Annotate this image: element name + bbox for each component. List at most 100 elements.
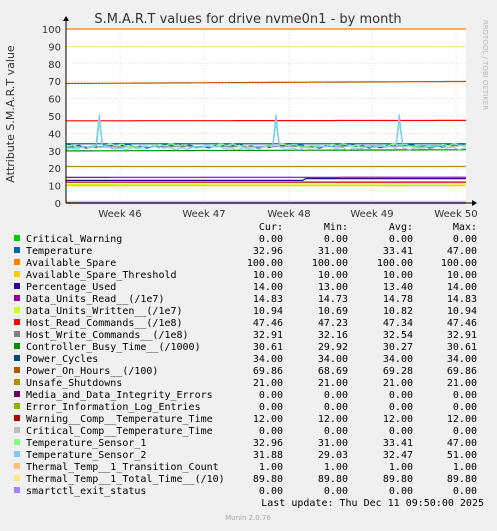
legend-series-name: Temperature_Sensor_1 [26,438,146,449]
legend-swatch [14,403,20,409]
legend-value-max: 14.83 [447,294,477,305]
legend-value-min: 10.69 [318,306,348,317]
legend-swatch [14,307,20,313]
legend-value-max: 0.00 [453,402,477,413]
legend-value-max: 32.91 [447,330,477,341]
legend-swatch [14,451,20,457]
legend-value-max: 10.94 [447,306,477,317]
legend-swatch [14,379,20,385]
legend-swatch [14,295,20,301]
legend-value-min: 0.00 [324,426,348,437]
legend-value-avg: 30.27 [383,342,413,353]
legend-value-max: 14.00 [447,282,477,293]
legend-value-avg: 12.00 [383,414,413,425]
y-tick-label: 70 [48,77,61,88]
legend-column-header: Min: [324,222,348,233]
legend-value-cur: 32.96 [253,438,283,449]
legend-series-name: Percentage_Used [26,282,116,293]
legend-value-cur: 32.96 [253,246,283,257]
legend-value-max: 47.00 [447,246,477,257]
legend-series-name: Available_Spare [26,258,116,269]
legend-value-min: 32.16 [318,330,348,341]
legend-value-min: 89.80 [318,474,348,485]
legend-swatch [14,367,20,373]
legend-series-name: smartctl_exit_status [26,486,146,497]
legend-value-avg: 100.00 [377,258,413,269]
legend-value-avg: 0.00 [389,486,413,497]
legend-series-name: Power_Cycles [26,354,98,365]
last-update: Last update: Thu Dec 11 09:50:00 2025 [261,498,484,509]
legend-value-avg: 21.00 [383,378,413,389]
legend-value-cur: 69.86 [253,366,283,377]
legend-swatch [14,283,20,289]
legend-value-avg: 33.41 [383,438,413,449]
legend-value-max: 0.00 [453,390,477,401]
legend-value-avg: 89.80 [383,474,413,485]
legend-series-name: Host_Read_Commands__(/1e8) [26,318,183,329]
legend-value-max: 47.46 [447,318,477,329]
legend-value-cur: 89.80 [253,474,283,485]
legend-series-name: Thermal_Temp__1_Transition_Count [26,462,219,473]
x-tick-label: Week 49 [350,209,393,220]
legend-value-avg: 0.00 [389,390,413,401]
legend-value-min: 31.00 [318,438,348,449]
legend-swatch [14,427,20,433]
legend-value-cur: 47.46 [253,318,283,329]
legend-value-min: 47.23 [318,318,348,329]
legend-value-cur: 14.00 [253,282,283,293]
legend-column-header: Cur: [259,222,283,233]
legend-value-avg: 69.28 [383,366,413,377]
legend-series-name: Data_Units_Read__(/1e7) [26,294,164,305]
legend-value-max: 100.00 [441,258,477,269]
legend-value-avg: 34.00 [383,354,413,365]
y-tick-label: 30 [48,147,61,158]
legend-series-name: Thermal_Temp__1_Total_Time__(/10) [26,474,225,485]
legend-value-avg: 0.00 [389,402,413,413]
legend-value-min: 68.69 [318,366,348,377]
legend-series-name: Power_On_Hours__(/100) [26,366,158,377]
legend-value-avg: 0.00 [389,426,413,437]
legend-value-max: 69.86 [447,366,477,377]
legend-value-max: 1.00 [453,462,477,473]
legend-value-avg: 13.40 [383,282,413,293]
legend-swatch [14,259,20,265]
legend-value-avg: 32.54 [383,330,413,341]
legend-swatch [14,355,20,361]
legend-series-name: Critical_Warning [26,234,122,245]
legend-value-max: 12.00 [447,414,477,425]
legend-value-cur: 10.00 [253,270,283,281]
legend-value-avg: 1.00 [389,462,413,473]
legend-value-avg: 14.78 [383,294,413,305]
y-tick-label: 40 [48,129,61,140]
watermark: RRDTOOL / TOBI OETIKER [481,20,489,110]
legend-value-max: 21.00 [447,378,477,389]
munin-version: Munin 2.0.76 [225,514,271,522]
legend-swatch [14,319,20,325]
legend-value-min: 34.00 [318,354,348,365]
x-tick-label: Week 48 [267,209,310,220]
x-tick-label: Week 46 [98,209,141,220]
legend-series-name: Unsafe_Shutdowns [26,378,122,389]
legend-column-header: Max: [453,222,477,233]
legend-value-cur: 0.00 [259,390,283,401]
legend-series-name: Host_Write_Commands__(/1e8) [26,330,189,341]
legend-series-name: Data_Units_Written__(/1e7) [26,306,183,317]
legend-value-cur: 0.00 [259,402,283,413]
legend-series-name: Temperature [26,246,92,257]
legend-swatch [14,235,20,241]
legend-value-max: 30.61 [447,342,477,353]
legend-value-max: 0.00 [453,426,477,437]
legend-value-min: 14.73 [318,294,348,305]
legend-swatch [14,391,20,397]
legend-value-avg: 10.00 [383,270,413,281]
legend-value-cur: 10.94 [253,306,283,317]
y-tick-label: 100 [42,25,61,36]
y-tick-label: 60 [48,95,61,106]
legend-value-min: 29.92 [318,342,348,353]
legend-series-name: Error_Information_Log_Entries [26,402,201,413]
legend-value-min: 0.00 [324,390,348,401]
legend-value-min: 31.00 [318,246,348,257]
y-tick-label: 10 [48,182,61,193]
y-tick-label: 0 [55,199,61,210]
y-tick-label: 80 [48,60,61,71]
